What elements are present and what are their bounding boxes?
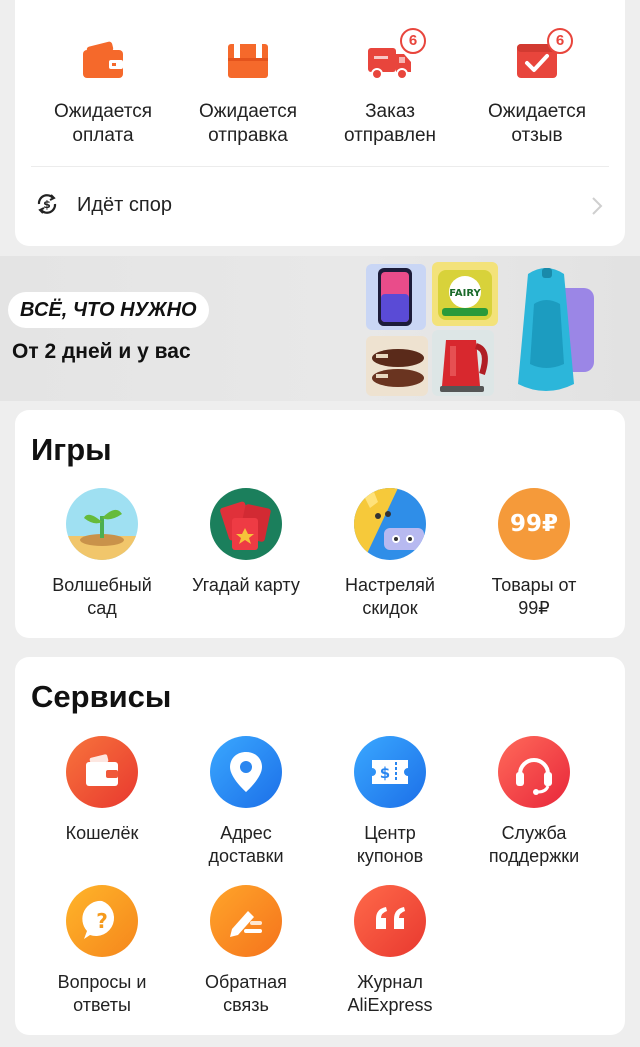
location-pin-icon xyxy=(210,736,282,808)
order-awaiting-shipment[interactable]: Ожидается отправка xyxy=(173,40,323,148)
price-99-icon: 99₽ xyxy=(498,488,570,560)
section-title: Игры xyxy=(31,432,112,467)
tile-label: Центр купонов xyxy=(356,823,424,866)
wallet-icon xyxy=(66,736,138,808)
games-card: Игры Волшебный сад Угадай карту Настреля… xyxy=(15,410,625,638)
coupon-icon: $ xyxy=(354,736,426,808)
banner-headline: ВСЁ, ЧТО НУЖНО xyxy=(8,292,209,328)
svg-text:$: $ xyxy=(380,764,390,782)
services-card: Сервисы Кошелёк Адрес доставки $ Центр к… xyxy=(15,657,625,1035)
divider xyxy=(31,166,609,167)
order-shipped[interactable]: 6 Заказ отправлен xyxy=(315,28,465,148)
cards-icon xyxy=(210,488,282,560)
game-shoot-discounts[interactable]: Настреляй скидок xyxy=(315,488,465,620)
truck-icon: 6 xyxy=(368,28,426,80)
tile-label: Кошелёк xyxy=(65,823,139,843)
tile-label: Журнал AliExpress xyxy=(347,972,433,1015)
game-goods-from-99[interactable]: 99₽ Товары от 99₽ xyxy=(459,488,609,620)
service-wallet[interactable]: Кошелёк xyxy=(27,736,177,845)
banner-subtitle: От 2 дней и у вас xyxy=(12,340,191,363)
question-icon: ? xyxy=(66,885,138,957)
service-coupon-center[interactable]: $ Центр купонов xyxy=(315,736,465,868)
tile-label: Обратная связь xyxy=(205,972,287,1015)
sprout-icon xyxy=(66,488,138,560)
notification-badge: 6 xyxy=(400,28,426,54)
dispute-dollar-icon: $ xyxy=(35,192,59,216)
detergent-product-image: FAIRY xyxy=(432,262,498,326)
service-aliexpress-journal[interactable]: Журнал AliExpress xyxy=(315,885,465,1017)
game-guess-card[interactable]: Угадай карту xyxy=(171,488,321,597)
backpack-product-image xyxy=(498,264,594,398)
tile-label: Товары от 99₽ xyxy=(491,575,577,618)
wallet-icon xyxy=(81,40,125,80)
review-icon: 6 xyxy=(515,28,573,80)
shoes-product-image xyxy=(366,336,428,396)
order-label: Ожидается отправка xyxy=(199,101,297,146)
order-awaiting-payment[interactable]: Ожидается оплата xyxy=(28,40,178,148)
game-magic-garden[interactable]: Волшебный сад xyxy=(27,488,177,620)
service-delivery-address[interactable]: Адрес доставки xyxy=(171,736,321,868)
shooter-icon xyxy=(354,488,426,560)
service-faq[interactable]: ? Вопросы и ответы xyxy=(27,885,177,1017)
quote-icon xyxy=(354,885,426,957)
service-feedback[interactable]: Обратная связь xyxy=(171,885,321,1017)
promo-banner[interactable]: ВСЁ, ЧТО НУЖНО От 2 дней и у вас FAIRY xyxy=(0,256,640,401)
order-label: Заказ отправлен xyxy=(343,101,437,146)
orders-card: Ожидается оплата Ожидается отправка 6 За… xyxy=(15,0,625,246)
svg-text:$: $ xyxy=(43,198,51,211)
tile-label: Угадай карту xyxy=(192,575,300,595)
dispute-row[interactable]: $ Идёт спор xyxy=(15,170,625,242)
kettle-product-image xyxy=(432,330,494,396)
order-label: Ожидается отзыв xyxy=(488,101,586,146)
tile-label: Волшебный сад xyxy=(52,575,152,618)
notification-badge: 6 xyxy=(547,28,573,54)
tile-label: Настреляй скидок xyxy=(345,575,435,618)
chevron-right-icon xyxy=(591,196,603,216)
headset-icon xyxy=(498,736,570,808)
order-awaiting-review[interactable]: 6 Ожидается отзыв xyxy=(462,28,612,148)
feedback-icon xyxy=(210,885,282,957)
tile-label: Вопросы и ответы xyxy=(57,972,147,1015)
section-title: Сервисы xyxy=(31,679,172,714)
service-support[interactable]: Служба поддержки xyxy=(459,736,609,868)
tile-label: Служба поддержки xyxy=(488,823,580,866)
package-icon xyxy=(226,40,270,80)
svg-text:FAIRY: FAIRY xyxy=(449,288,481,299)
price-99-icon-text: 99₽ xyxy=(509,511,558,537)
dispute-label: Идёт спор xyxy=(77,194,172,216)
phone-product-image xyxy=(366,264,426,330)
tile-label: Адрес доставки xyxy=(208,823,284,866)
svg-text:?: ? xyxy=(96,909,108,933)
order-label: Ожидается оплата xyxy=(54,101,152,146)
